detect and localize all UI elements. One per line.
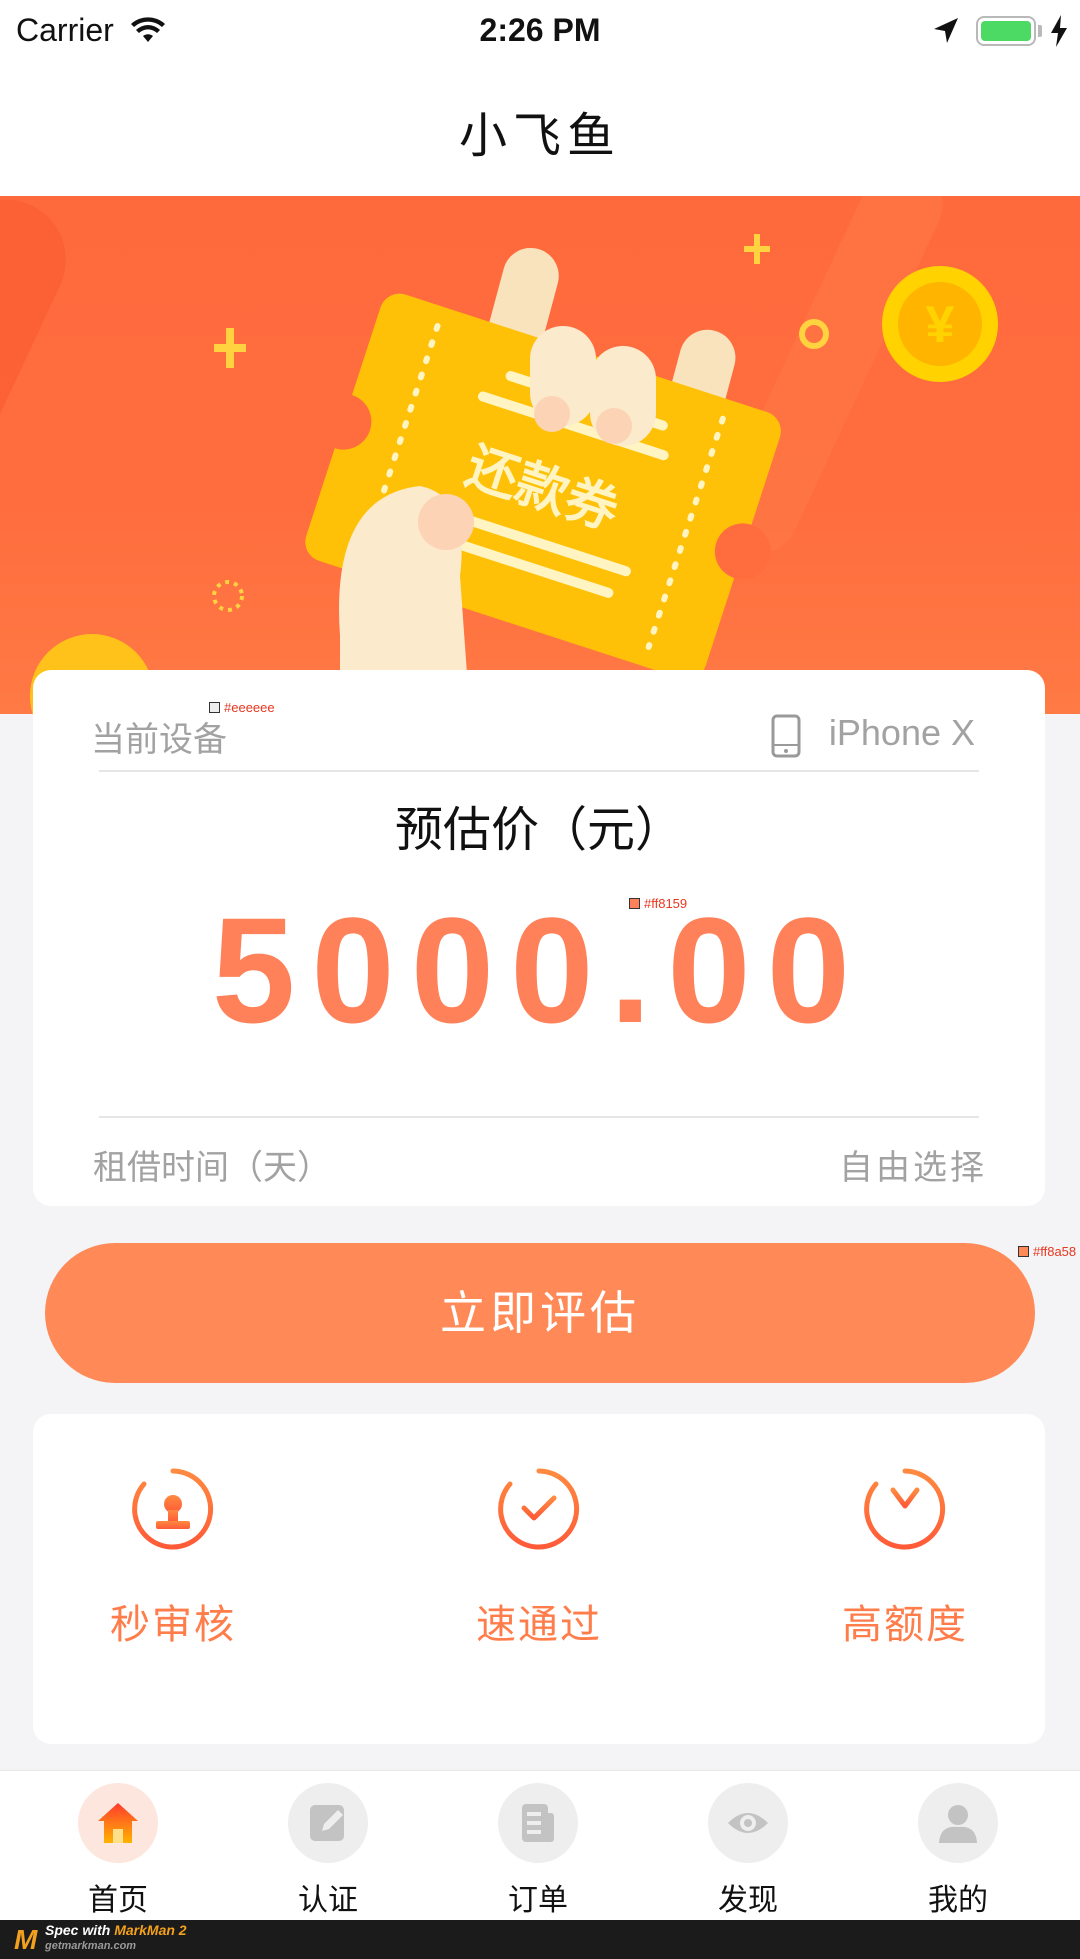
features-card: 秒审核 速通过 高额度 <box>33 1414 1045 1744</box>
page-title: 小飞鱼 <box>458 108 621 164</box>
divider <box>99 1116 979 1118</box>
battery-tip <box>1038 25 1042 37</box>
tab-icon-bg <box>78 1783 158 1863</box>
tab-bar: 首页 认证 订单 发现 我的 <box>0 1770 1080 1920</box>
tab-profile[interactable]: 我的 <box>883 1783 1033 1919</box>
rent-duration-label: 租借时间（天） <box>93 1148 331 1188</box>
tab-verify[interactable]: 认证 <box>253 1783 403 1919</box>
feature-high-limit: 高额度 <box>785 1466 1025 1716</box>
tab-icon-bg <box>918 1783 998 1863</box>
tab-label: 订单 <box>508 1883 568 1918</box>
tab-icon-bg <box>288 1783 368 1863</box>
color-swatch <box>209 702 220 713</box>
tab-icon-bg <box>498 1783 578 1863</box>
feature-quick-approval: 速通过 <box>419 1466 659 1716</box>
edit-icon <box>310 1805 344 1841</box>
device-value: iPhone X <box>828 712 975 753</box>
tab-label: 发现 <box>718 1883 778 1918</box>
check-icon <box>498 1468 580 1550</box>
phone-icon <box>771 714 801 758</box>
tab-label: 首页 <box>88 1883 148 1918</box>
tab-orders[interactable]: 订单 <box>463 1783 613 1919</box>
home-icon <box>98 1803 138 1843</box>
svg-text:¥: ¥ <box>926 296 955 354</box>
promo-banner[interactable]: ¥ 还款券 <box>0 196 1080 714</box>
battery-icon <box>976 16 1036 46</box>
device-label: 当前设备 <box>91 720 227 760</box>
tab-home[interactable]: 首页 <box>43 1783 193 1919</box>
markman-credit: Spec with MarkMan 2 getmarkman.com <box>45 1922 187 1952</box>
user-icon <box>939 1805 977 1843</box>
markman-logo: M <box>14 1924 38 1955</box>
price-label: 预估价（元） <box>394 802 683 858</box>
tab-discover[interactable]: 发现 <box>673 1783 823 1919</box>
divider <box>99 770 979 772</box>
eye-icon <box>728 1813 768 1833</box>
order-icon <box>522 1804 554 1842</box>
color-swatch <box>1018 1246 1029 1257</box>
evaluate-now-button[interactable]: 立即评估 <box>45 1243 1035 1383</box>
yuan-icon <box>864 1468 946 1550</box>
estimated-price: 5000.00 <box>211 886 867 1054</box>
stamp-icon <box>132 1468 214 1550</box>
status-bar: Carrier 2:26 PM <box>0 0 1080 66</box>
button-color-tag: #ff8a58 <box>1018 1244 1076 1259</box>
charging-bolt-icon <box>1051 15 1067 47</box>
rent-duration-picker[interactable]: 自由选择 <box>839 1140 987 1189</box>
estimate-card: 当前设备 #eeeeee iPhone X 预估价（元） #ff8159 500… <box>33 670 1045 1206</box>
tab-label: 我的 <box>928 1883 988 1918</box>
coupon-illustration: ¥ 还款券 <box>0 196 998 714</box>
battery-level <box>981 21 1031 41</box>
markman-footer: M Spec with MarkMan 2 getmarkman.com <box>0 1920 1080 1959</box>
feature-label: 高额度 <box>842 1602 968 1648</box>
feature-label: 秒审核 <box>110 1602 236 1648</box>
feature-fast-review: 秒审核 <box>53 1466 293 1716</box>
feature-label: 速通过 <box>476 1602 602 1648</box>
clock: 2:26 PM <box>479 12 601 48</box>
divider-color-tag: #eeeeee <box>209 700 275 715</box>
location-arrow-icon <box>934 18 958 43</box>
navigation-bar: 小飞鱼 <box>0 66 1080 196</box>
tab-label: 认证 <box>298 1883 358 1918</box>
tab-icon-bg <box>708 1783 788 1863</box>
